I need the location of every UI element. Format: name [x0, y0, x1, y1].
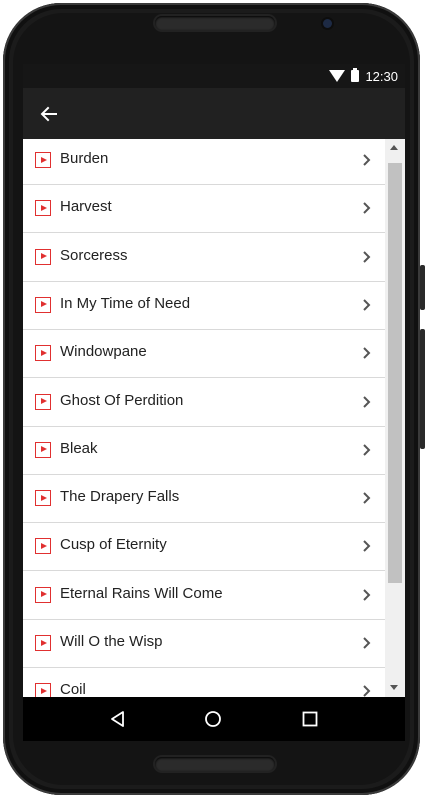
chevron-right-icon [363, 154, 371, 166]
status-bar: 12:30 [23, 64, 405, 88]
play-icon [35, 586, 51, 603]
scroll-down-arrow-icon[interactable] [390, 685, 398, 690]
list-item[interactable]: Cusp of Eternity [23, 522, 385, 572]
play-icon [35, 345, 51, 362]
list-item[interactable]: Sorceress [23, 233, 385, 282]
back-triangle-icon [111, 711, 124, 727]
play-icon [35, 152, 51, 168]
play-icon [35, 490, 51, 507]
list-item[interactable]: In My Time of Need [23, 281, 385, 330]
wifi-icon [329, 70, 346, 82]
list-item[interactable]: Eternal Rains Will Come [23, 571, 385, 620]
app-bar [23, 88, 405, 139]
chevron-right-icon [363, 299, 371, 311]
list-item-label: Burden [60, 150, 109, 167]
play-icon [35, 538, 51, 555]
bottom-speaker [155, 757, 275, 771]
list-item[interactable]: The Drapery Falls [23, 474, 385, 524]
play-icon [35, 393, 51, 410]
scrollbar[interactable] [385, 139, 405, 697]
list-item[interactable]: Will O the Wisp [23, 619, 385, 668]
list-item-label: Eternal Rains Will Come [60, 584, 223, 602]
recents-square-icon [302, 711, 318, 727]
chevron-right-icon [363, 492, 371, 504]
play-icon [35, 635, 51, 651]
list-item-label: Coil [60, 681, 86, 697]
chevron-right-icon [363, 444, 371, 456]
play-icon [35, 248, 51, 265]
back-button[interactable] [35, 100, 63, 128]
scroll-up-arrow-icon[interactable] [390, 145, 398, 150]
list-item-label: Windowpane [60, 343, 147, 361]
status-time: 12:30 [365, 68, 398, 84]
list-item-label: Harvest [60, 198, 112, 216]
chevron-right-icon [363, 540, 371, 553]
play-icon [35, 296, 51, 313]
navigation-bar [23, 697, 405, 741]
list-item-label: Bleak [60, 439, 98, 457]
chevron-right-icon [363, 347, 371, 359]
list-item[interactable]: Burden [23, 139, 385, 185]
list-item-label: Will O the Wisp [60, 633, 163, 650]
screen: 12:30 Burden Harvest Sorceress In My Time o… [23, 64, 405, 741]
front-camera [323, 19, 332, 28]
nav-back-button[interactable] [109, 710, 127, 728]
play-icon [35, 200, 51, 217]
song-list: Burden Harvest Sorceress In My Time of Need… [23, 139, 385, 697]
chevron-right-icon [363, 685, 371, 697]
list-item[interactable]: Coil [23, 667, 385, 697]
list-item[interactable]: Ghost Of Perdition [23, 378, 385, 427]
phone-frame: 12:30 Burden Harvest Sorceress In My Time o… [3, 3, 425, 795]
play-icon [35, 441, 51, 458]
list-item[interactable]: Windowpane [23, 329, 385, 379]
list-item[interactable]: Harvest [23, 184, 385, 234]
nav-home-button[interactable] [204, 710, 222, 728]
power-button[interactable] [420, 265, 425, 310]
list-item-label: Cusp of Eternity [60, 536, 167, 554]
status-icons: 12:30 [329, 68, 398, 84]
volume-rocker[interactable] [420, 329, 425, 449]
battery-icon [351, 68, 360, 82]
chevron-right-icon [363, 637, 371, 649]
nav-recents-button[interactable] [301, 710, 319, 728]
list-item-label: Ghost Of Perdition [60, 391, 184, 409]
scroll-thumb[interactable] [388, 163, 402, 583]
list-item-label: Sorceress [60, 246, 128, 264]
play-icon [35, 683, 51, 697]
arrow-left-icon [40, 106, 57, 122]
chevron-right-icon [363, 395, 371, 408]
chevron-right-icon [363, 588, 371, 601]
home-circle-icon [205, 711, 221, 727]
list-item-label: In My Time of Need [60, 294, 191, 312]
top-speaker [155, 16, 275, 30]
chevron-right-icon [363, 202, 371, 215]
list-item[interactable]: Bleak [23, 426, 385, 475]
list-item-label: The Drapery Falls [60, 488, 180, 506]
chevron-right-icon [363, 250, 371, 263]
